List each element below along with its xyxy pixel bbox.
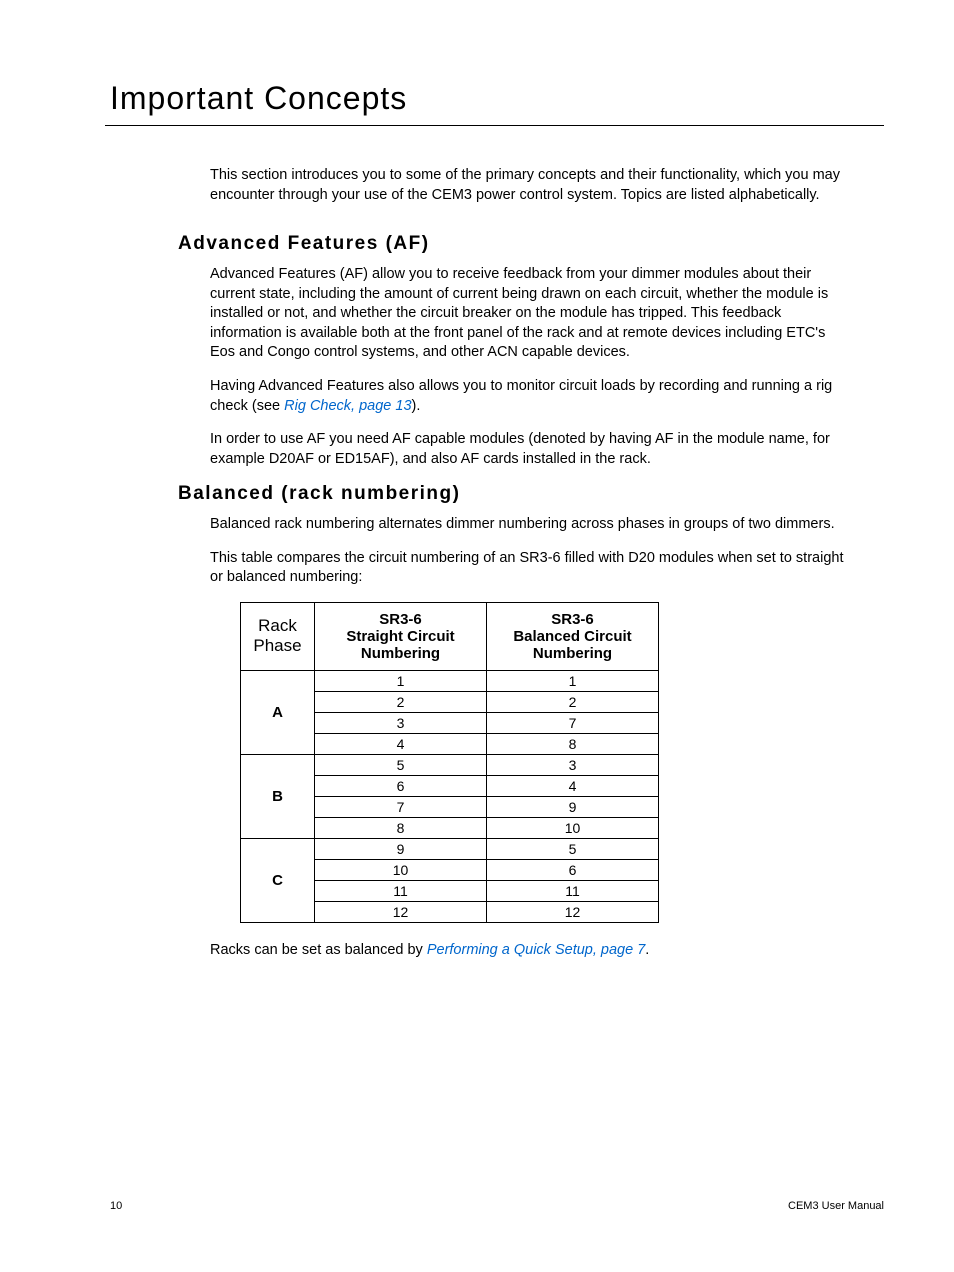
table-row: C95 [241, 838, 659, 859]
table-header-straight: SR3-6 Straight Circuit Numbering [315, 602, 487, 670]
straight-cell: 11 [315, 880, 487, 901]
table-header-balanced: SR3-6 Balanced Circuit Numbering [487, 602, 659, 670]
af-paragraph-1: Advanced Features (AF) allow you to rece… [210, 265, 854, 363]
table-row: B53 [241, 754, 659, 775]
balanced-cell: 12 [487, 901, 659, 922]
balanced-paragraph-1: Balanced rack numbering alternates dimme… [210, 515, 854, 535]
balanced-p3-before: Racks can be set as balanced by [210, 942, 427, 958]
balanced-cell: 7 [487, 712, 659, 733]
header-balanced-l1: SR3-6 [551, 611, 594, 628]
header-straight-l1: SR3-6 [379, 611, 422, 628]
balanced-cell: 2 [487, 691, 659, 712]
numbering-table: Rack Phase SR3-6 Straight Circuit Number… [240, 602, 659, 923]
straight-cell: 12 [315, 901, 487, 922]
af-paragraph-2: Having Advanced Features also allows you… [210, 377, 854, 416]
af-p2-after: ). [412, 398, 421, 414]
intro-paragraph: This section introduces you to some of t… [210, 166, 854, 205]
table-row: A11 [241, 670, 659, 691]
doc-title-footer: CEM3 User Manual [788, 1200, 884, 1212]
balanced-cell: 9 [487, 796, 659, 817]
straight-cell: 4 [315, 733, 487, 754]
section-heading-af: Advanced Features (AF) [178, 233, 854, 255]
straight-cell: 2 [315, 691, 487, 712]
straight-cell: 7 [315, 796, 487, 817]
straight-cell: 10 [315, 859, 487, 880]
phase-cell: C [241, 838, 315, 922]
balanced-cell: 6 [487, 859, 659, 880]
straight-cell: 6 [315, 775, 487, 796]
balanced-cell: 1 [487, 670, 659, 691]
balanced-cell: 11 [487, 880, 659, 901]
balanced-paragraph-3: Racks can be set as balanced by Performi… [210, 941, 854, 961]
header-straight-l2: Straight Circuit Numbering [346, 628, 454, 662]
page-title: Important Concepts [110, 80, 854, 117]
straight-cell: 3 [315, 712, 487, 733]
page-number: 10 [110, 1200, 122, 1212]
phase-cell: B [241, 754, 315, 838]
af-paragraph-3: In order to use AF you need AF capable m… [210, 430, 854, 469]
phase-cell: A [241, 670, 315, 754]
page-footer: 10 CEM3 User Manual [110, 1200, 884, 1212]
straight-cell: 1 [315, 670, 487, 691]
section-heading-balanced: Balanced (rack numbering) [178, 483, 854, 505]
balanced-cell: 5 [487, 838, 659, 859]
straight-cell: 9 [315, 838, 487, 859]
straight-cell: 5 [315, 754, 487, 775]
link-rig-check[interactable]: Rig Check, page 13 [284, 398, 411, 414]
balanced-paragraph-2: This table compares the circuit numberin… [210, 549, 854, 588]
balanced-p3-after: . [645, 942, 649, 958]
balanced-cell: 4 [487, 775, 659, 796]
table-header-phase: Rack Phase [241, 602, 315, 670]
straight-cell: 8 [315, 817, 487, 838]
header-balanced-l2: Balanced Circuit Numbering [513, 628, 631, 662]
title-rule [105, 125, 884, 126]
link-quick-setup[interactable]: Performing a Quick Setup, page 7 [427, 942, 645, 958]
balanced-cell: 8 [487, 733, 659, 754]
balanced-cell: 3 [487, 754, 659, 775]
balanced-cell: 10 [487, 817, 659, 838]
